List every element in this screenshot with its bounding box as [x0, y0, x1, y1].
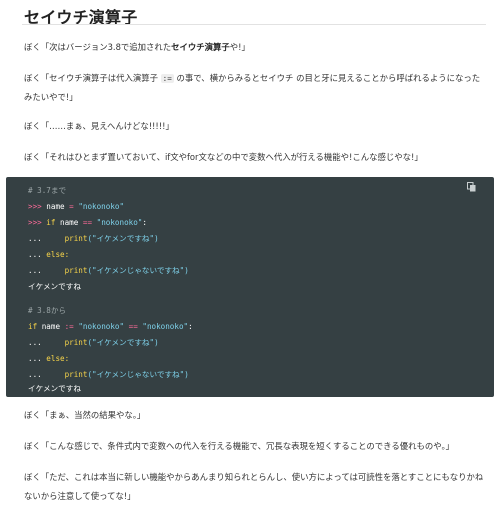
function: print: [64, 266, 88, 275]
prompt: >>>: [28, 218, 42, 227]
code-line-5: ... else:: [28, 249, 69, 261]
code-line-comment-2: # 3.8から: [28, 305, 66, 317]
article-page: セイウチ演算子 ぼく「次はバージョン3.8で追加されたセイウチ演算子や!」 ぼく…: [0, 0, 500, 507]
operator: =: [69, 202, 74, 211]
code-line-10: ... print("イケメンですね"): [28, 337, 159, 349]
output: イケメンですね: [28, 282, 81, 291]
prompt: >>>: [28, 202, 42, 211]
operator: ==: [82, 218, 93, 227]
string: "nokonoko": [78, 202, 125, 211]
code-line-comment-1: # 3.7まで: [28, 185, 66, 197]
p7-line2: ないから注意して使ってな!」: [24, 491, 136, 501]
code-line-3: >>> if name == "nokonoko":: [28, 217, 147, 229]
p2-line2: みたいやで!」: [24, 92, 78, 102]
code-line-2: >>> name = "nokonoko": [28, 201, 124, 213]
prompt: ...: [28, 338, 42, 347]
code-block: # 3.7まで >>> name = "nokonoko" >>> if nam…: [6, 177, 494, 397]
paragraph-6: ぼく「こんな感じで、条件式内で変数への代入を行える機能で、冗長な表現を短くするこ…: [24, 441, 455, 451]
prompt: ...: [28, 370, 42, 379]
colon: :: [188, 322, 193, 331]
code-line-4: ... print("イケメンですね"): [28, 233, 159, 245]
paragraph-1: ぼく「次はバージョン3.8で追加されたセイウチ演算子や!」: [24, 38, 486, 57]
p2-prefix: ぼく「セイウチ演算子は代入演算子: [24, 73, 161, 83]
prompt: ...: [28, 266, 42, 275]
function: print: [64, 338, 88, 347]
code-line-12: ... print("イケメンじゃないですね"): [28, 369, 189, 381]
string: ("イケメンですね"): [87, 338, 159, 347]
code-line-9: if name := "nokonoko" == "nokonoko":: [28, 321, 193, 333]
string: ("イケメンですね"): [87, 234, 159, 243]
paragraph-2: ぼく「セイウチ演算子は代入演算子 := の事で、横からみるとセイウチ の目と牙に…: [24, 69, 486, 107]
walrus-operator: :=: [64, 322, 74, 331]
string: ("イケメンじゃないですね"): [87, 266, 189, 275]
code-comment: # 3.7まで: [28, 186, 67, 195]
keyword: else:: [46, 354, 70, 363]
operator: ==: [128, 322, 138, 331]
code-line-11: ... else:: [28, 353, 69, 365]
var: name: [60, 218, 79, 227]
copy-icon[interactable]: [467, 182, 476, 192]
var: name: [41, 322, 61, 331]
string: "nokonoko": [78, 322, 125, 331]
p2-rest: の事で、横からみるとセイウチ の目と牙に見えることから呼ばれるようになった: [173, 73, 481, 83]
inline-code-walrus: :=: [160, 74, 174, 83]
paragraph-5: ぼく「まぁ、当然の結果やな。」: [24, 410, 146, 420]
p7-line1: ぼく「ただ、これは本当に新しい機能やからあんまり知られとらんし、使い方によっては…: [24, 472, 484, 482]
prompt: ...: [28, 250, 42, 259]
code-output-2: イケメンですね: [28, 383, 81, 395]
keyword: if: [28, 322, 38, 331]
colon: :: [142, 218, 147, 227]
code-comment: # 3.8から: [28, 306, 67, 315]
output: イケメンですね: [28, 384, 81, 393]
prompt: ...: [28, 354, 42, 363]
prompt: ...: [28, 234, 42, 243]
code-output-1: イケメンですね: [28, 281, 81, 293]
p1-suffix: や!」: [229, 42, 250, 52]
heading-divider: [22, 24, 486, 25]
keyword: if: [46, 218, 56, 227]
var: name: [46, 202, 65, 211]
string: "nokonoko": [96, 218, 143, 227]
function: print: [64, 234, 88, 243]
paragraph-4: ぼく「それはひとまず置いておいて、if文やfor文などの中で変数へ代入が行える機…: [24, 152, 423, 162]
p1-prefix: ぼく「次はバージョン3.8で追加された: [24, 42, 172, 52]
function: print: [64, 370, 88, 379]
paragraph-7: ぼく「ただ、これは本当に新しい機能やからあんまり知られとらんし、使い方によっては…: [24, 468, 486, 506]
string: "nokonoko": [142, 322, 189, 331]
p1-bold: セイウチ演算子: [171, 42, 230, 52]
paragraph-3: ぼく「……まぁ、見えへんけどな!!!!!」: [24, 121, 174, 131]
code-line-6: ... print("イケメンじゃないですね"): [28, 265, 189, 277]
string: ("イケメンじゃないですね"): [87, 370, 189, 379]
keyword: else:: [46, 250, 70, 259]
